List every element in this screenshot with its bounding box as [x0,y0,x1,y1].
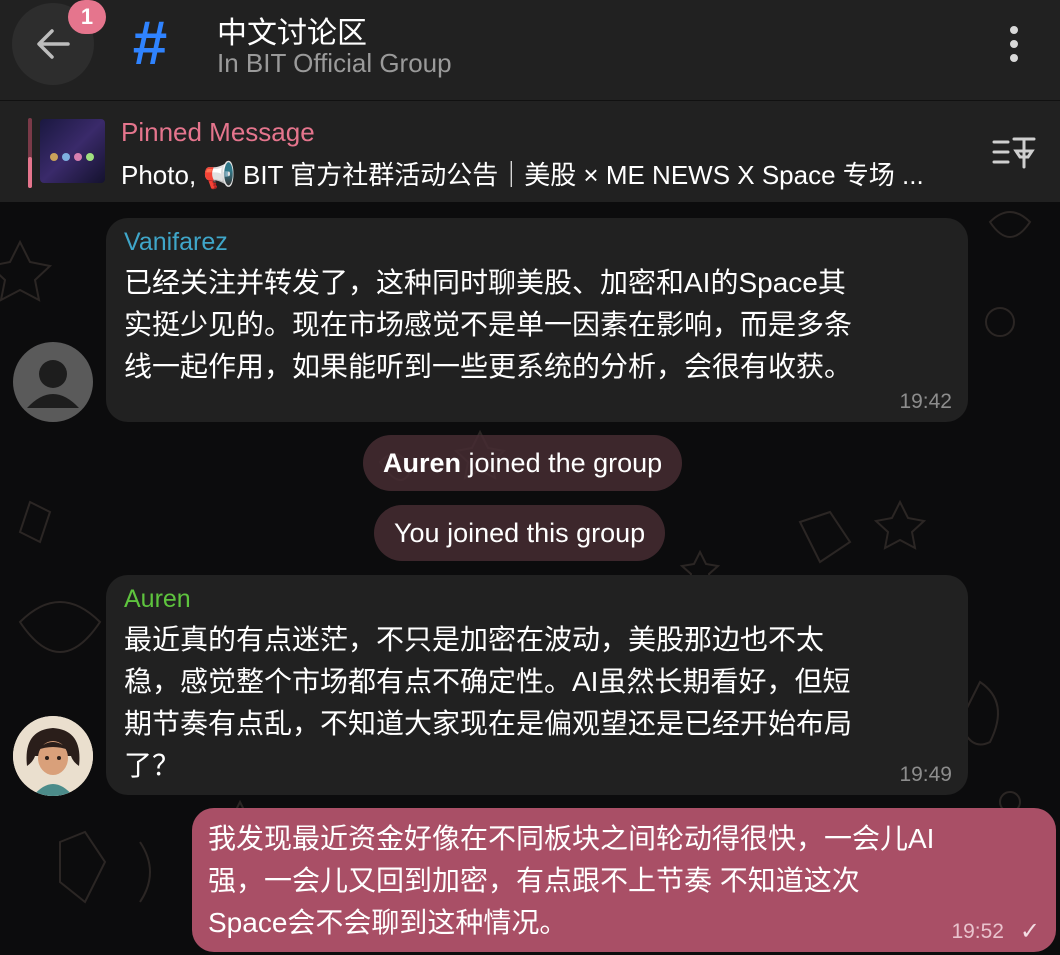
chat-title[interactable]: 中文讨论区 [217,8,367,52]
user-avatar-icon [27,360,79,408]
pin-list-icon [992,137,1036,169]
dot-icon [1010,40,1018,48]
message-text: 我发现最近资金好像在不同板块之间轮动得很快，一会儿AI 强，一会儿又回到加密，有… [208,823,935,938]
avatar[interactable] [13,342,93,422]
sent-check-icon: ✓ [1019,918,1040,945]
message-bubble-incoming[interactable]: Vanifarez 已经关注并转发了，这种同时聊美股、加密和AI的Space其 … [106,218,968,422]
avatar[interactable] [13,716,93,796]
auren-avatar-icon [13,716,93,796]
message-time: 19:52 [951,920,1004,943]
sender-name[interactable]: Vanifarez [124,228,228,257]
topic-hash-icon: # [132,9,168,78]
message-time: 19:49 [899,763,952,786]
pinned-label: Pinned Message [121,117,315,147]
pinned-list-button[interactable] [990,133,1038,173]
dot-icon [1010,54,1018,62]
dot-icon [1010,26,1018,34]
message-bubble-incoming[interactable]: Auren 最近真的有点迷茫，不只是加密在波动，美股那边也不太 稳，感觉整个市场… [106,575,968,795]
message-time: 19:42 [899,390,952,413]
chat-header: 1 # 中文讨论区 In BIT Official Group [0,0,1060,101]
pin-indicator-active [28,157,32,188]
message-bubble-outgoing[interactable]: 我发现最近资金好像在不同板块之间轮动得很快，一会儿AI 强，一会儿又回到加密，有… [192,808,1056,952]
more-menu-button[interactable] [994,20,1034,68]
unread-badge: 1 [68,0,106,34]
chat-subtitle[interactable]: In BIT Official Group [217,48,452,79]
message-text: 已经关注并转发了，这种同时聊美股、加密和AI的Space其 实挺少见的。现在市场… [124,267,853,382]
service-message-joined: Auren joined the group [363,435,683,491]
sender-name[interactable]: Auren [124,585,191,614]
service-user-name[interactable]: Auren [383,448,461,478]
message-text: 最近真的有点迷茫，不只是加密在波动，美股那边也不太 稳，感觉整个市场都有点不确定… [124,624,853,781]
arrow-left-icon [37,29,70,59]
pinned-photo-thumbnail [40,119,105,183]
service-message-you-joined: You joined this group [374,505,666,561]
service-text: joined the group [461,448,663,478]
pinned-message-bar[interactable]: Pinned Message Photo, 📢 BIT 官方社群活动公告｜美股 … [0,101,1060,202]
pinned-text: Photo, 📢 BIT 官方社群活动公告｜美股 × ME NEWS X Spa… [121,160,924,190]
